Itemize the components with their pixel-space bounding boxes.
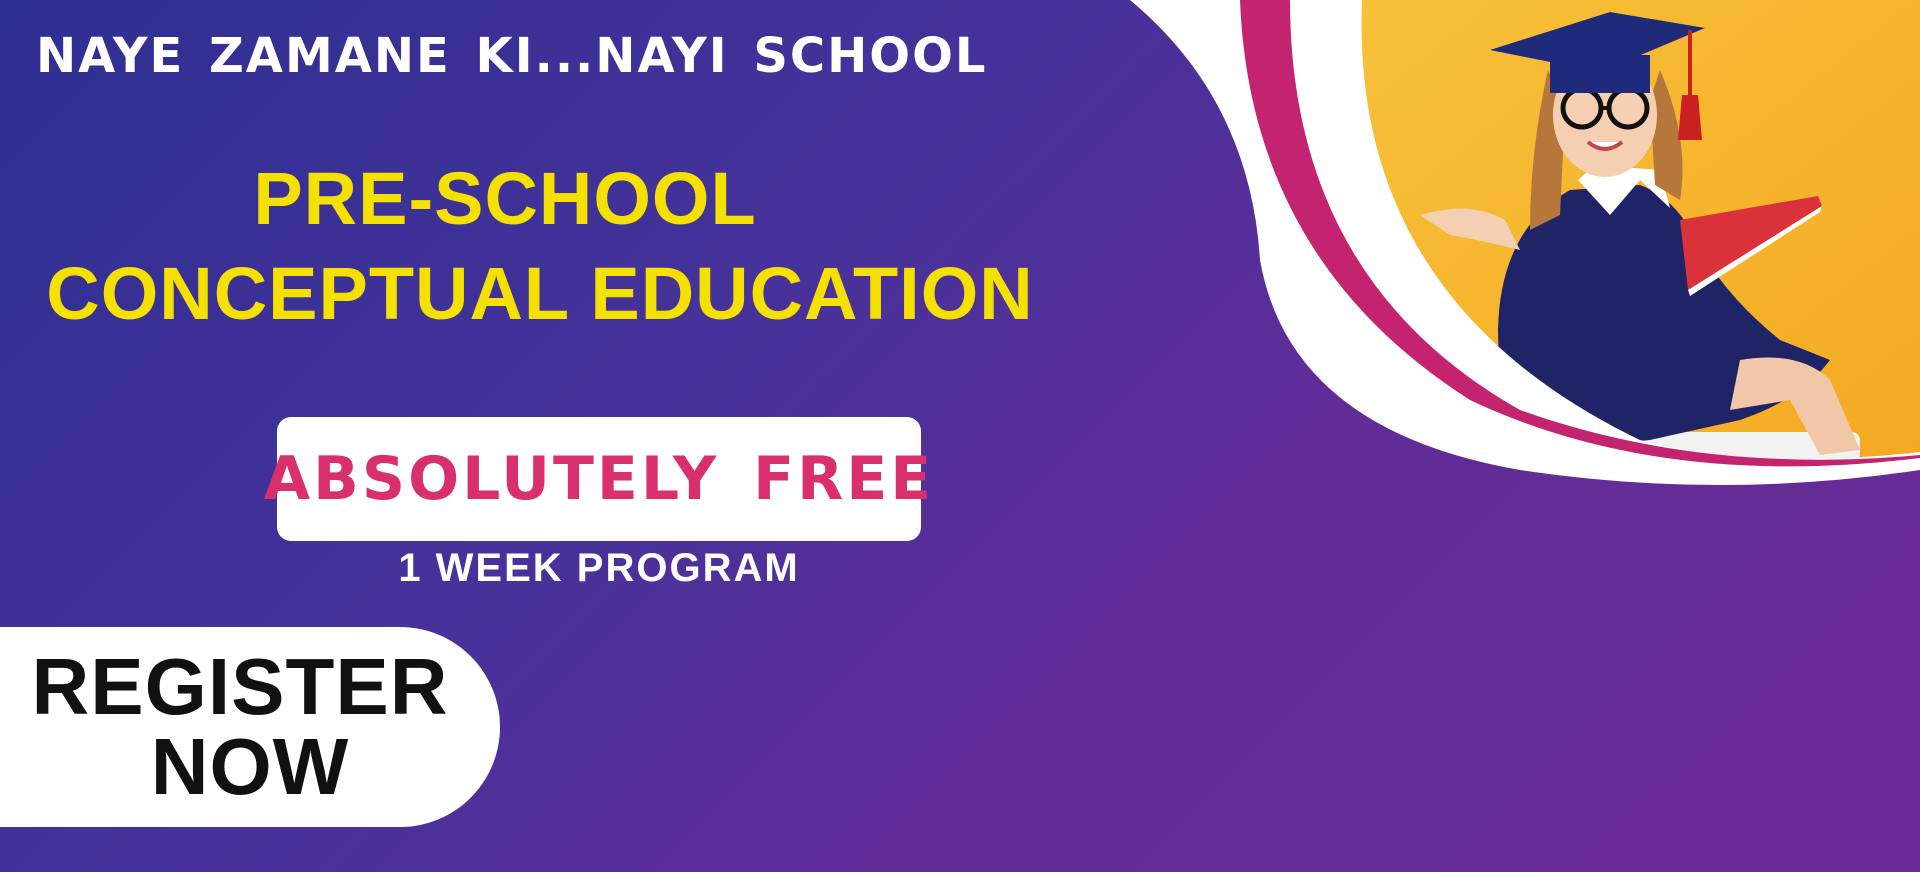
headline: PRE-SCHOOL CONCEPTUAL EDUCATION [30,152,1050,342]
free-badge: ABSOLUTELY FREE [264,417,931,541]
register-now-button[interactable]: REGISTER NOW [0,627,500,827]
register-label-line-2: NOW [150,722,350,811]
headline-line-1: PRE-SCHOOL [253,157,757,240]
register-label-line-1: REGISTER [31,642,449,731]
program-duration: 1 WEEK PROGRAM [398,546,800,590]
promo-banner: NAYE ZAMANE KI...NAYI SCHOOL PRE-SCHOOL … [0,0,1920,872]
free-badge-label: ABSOLUTELY FREE [263,444,935,514]
tagline: NAYE ZAMANE KI...NAYI SCHOOL [36,28,988,84]
headline-line-2: CONCEPTUAL EDUCATION [46,252,1034,335]
